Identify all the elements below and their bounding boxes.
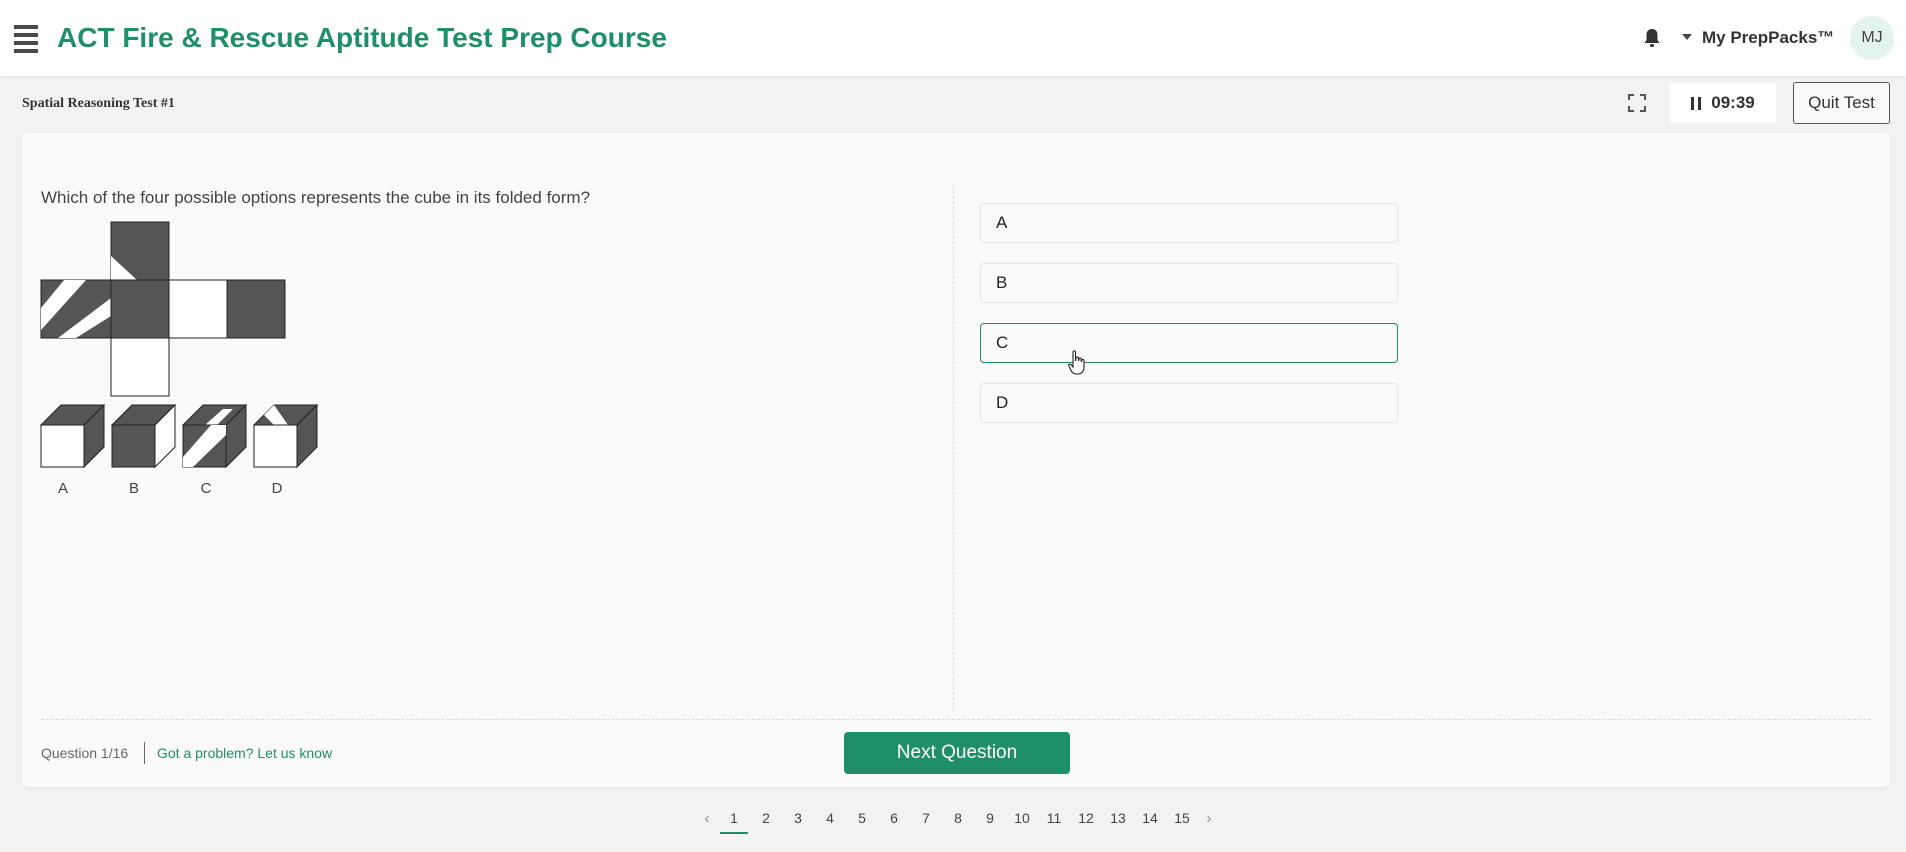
page-link[interactable]: 7 [910,806,942,830]
net-face-left [40,279,112,339]
page-link[interactable]: 3 [782,806,814,830]
timer-value: 09:39 [1711,93,1755,112]
net-face-top [110,221,170,281]
net-face-right-white [168,279,228,339]
cube-d [252,403,319,469]
answer-option-a[interactable]: A [980,203,1398,243]
page-link[interactable]: 4 [814,806,846,830]
option-label: C [996,333,1009,352]
net-face-far-right [226,279,286,339]
net-face-bottom [110,337,170,397]
page-link[interactable]: 1 [718,806,750,834]
figure-label-d: D [272,480,283,497]
next-question-button[interactable]: Next Question [844,732,1070,774]
hand-pointer-icon [1068,350,1085,375]
my-preppacks-menu[interactable]: My PrepPacks™ [1702,28,1834,48]
page-link[interactable]: 10 [1006,806,1038,830]
option-label: B [996,273,1008,292]
app-title: ACT Fire & Rescue Aptitude Test Prep Cou… [57,22,667,53]
cube-c [181,403,248,469]
page-link[interactable]: 13 [1102,806,1134,830]
page-link[interactable]: 14 [1134,806,1166,830]
avatar[interactable]: MJ [1850,16,1894,60]
footer-separator [144,742,145,764]
page-link[interactable]: 9 [974,806,1006,830]
timer[interactable]: 09:39 [1670,83,1776,123]
menu-icon[interactable] [14,25,38,53]
pause-icon[interactable] [1691,96,1702,110]
chevron-right-icon[interactable]: › [1198,810,1220,827]
report-problem-link[interactable]: Got a problem? Let us know [157,745,332,761]
page-link[interactable]: 8 [942,806,974,830]
option-label: D [996,393,1009,412]
page-link[interactable]: 11 [1038,806,1070,830]
page-link[interactable]: 15 [1166,806,1198,830]
figure-label-c: C [201,480,212,497]
page-link[interactable]: 2 [750,806,782,830]
net-face-center [110,279,170,339]
answer-option-b[interactable]: B [980,263,1398,303]
page-link[interactable]: 6 [878,806,910,830]
question-counter: Question 1/16 [41,745,129,761]
answer-option-c[interactable]: C [980,323,1398,363]
page-link[interactable]: 5 [846,806,878,830]
footer-divider [41,719,1871,720]
test-name: Spatial Reasoning Test #1 [22,96,175,111]
cube-a [40,403,106,469]
chevron-left-icon[interactable]: ‹ [696,810,718,827]
pagination: ‹ 1 2 3 4 5 6 7 8 9 10 11 12 13 14 15 › [696,806,1220,834]
answer-option-d[interactable]: D [980,383,1398,423]
column-divider [953,186,954,710]
figure-label-b: B [129,480,139,497]
option-label: A [996,213,1008,232]
fullscreen-icon[interactable] [1628,94,1646,112]
chevron-down-icon[interactable] [1682,34,1692,40]
bell-icon[interactable] [1642,27,1662,49]
quit-test-button[interactable]: Quit Test [1793,82,1890,124]
cube-b [110,403,177,469]
figure-label-a: A [58,480,68,497]
top-bar: ACT Fire & Rescue Aptitude Test Prep Cou… [0,0,1906,76]
question-text: Which of the four possible options repre… [41,188,591,207]
page-link[interactable]: 12 [1070,806,1102,830]
cube-net-figure: A B C D [40,221,319,497]
